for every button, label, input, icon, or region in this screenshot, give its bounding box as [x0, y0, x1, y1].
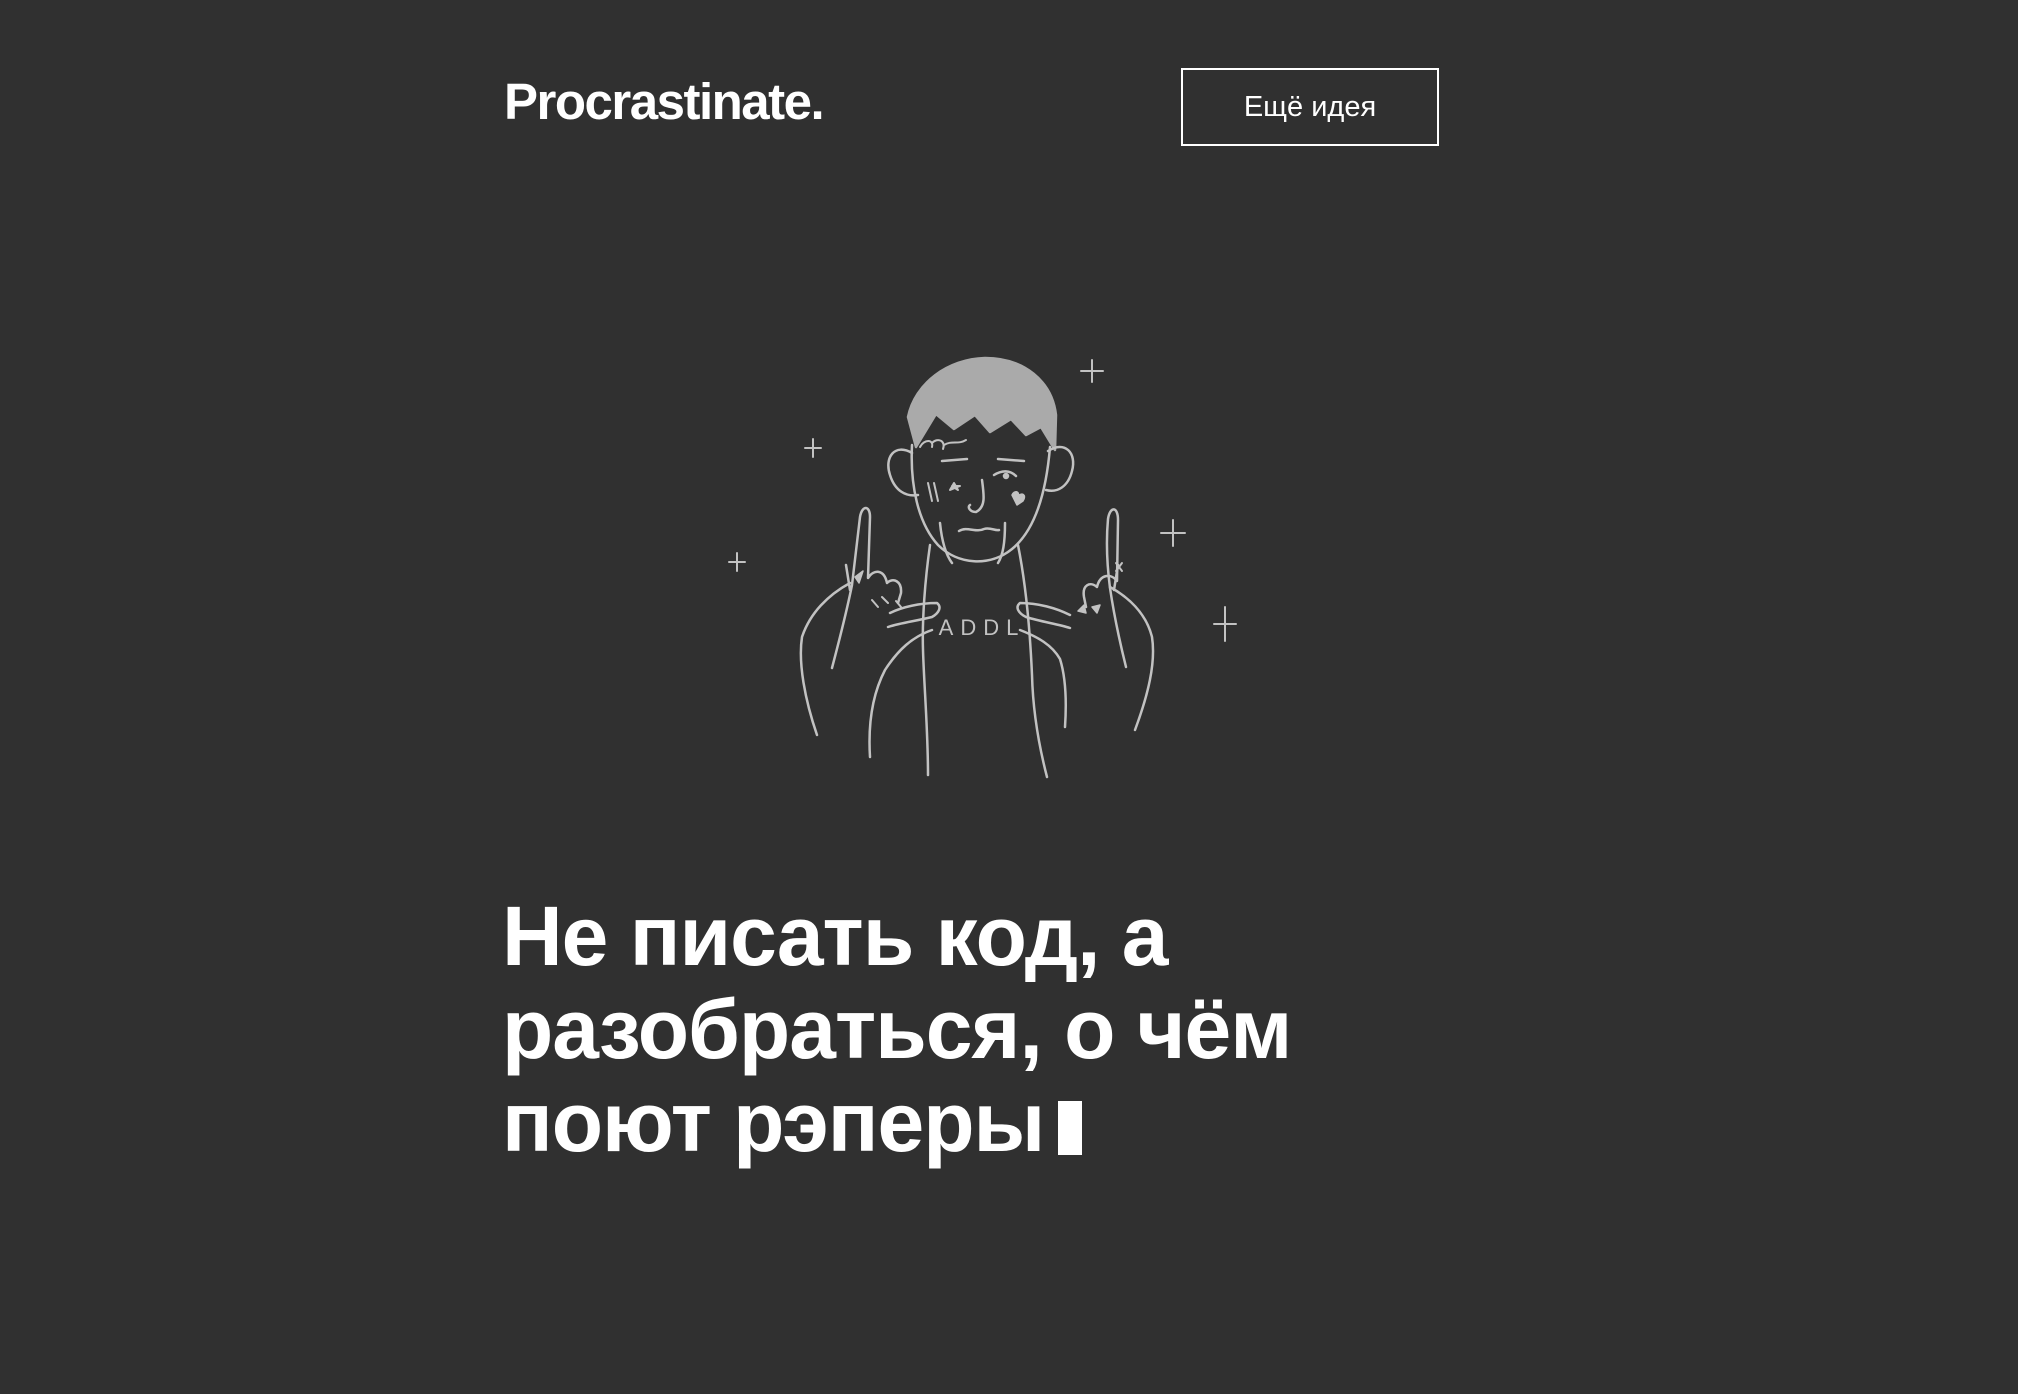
page-title: Не писать код, а разобраться, о чём поют… [502, 890, 1402, 1169]
rapper-illustration-icon: ADDL [728, 356, 1237, 779]
logo[interactable]: Procrastinate. [504, 70, 825, 134]
shirt-text: ADDL [939, 615, 1026, 640]
headline-line-3-text: поют рэперы [502, 1075, 1045, 1169]
headline-line-1: Не писать код, а [502, 889, 1169, 983]
text-cursor [1058, 1101, 1083, 1155]
headline-line-3: поют рэперы [502, 1076, 1402, 1169]
more-ideas-button[interactable]: Ещё идея [1181, 68, 1439, 146]
headline-line-2: разобраться, о чём [502, 982, 1292, 1076]
